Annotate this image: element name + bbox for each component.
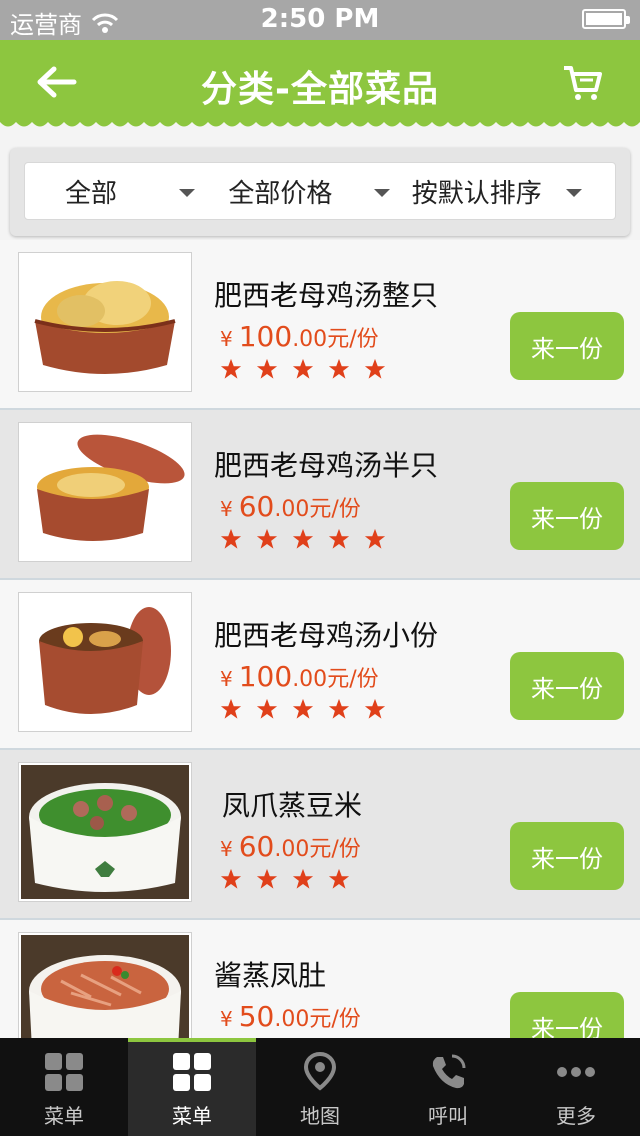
filter-price[interactable]: 全部价格 <box>216 162 411 220</box>
filter-inner: 全部 全部价格 按默认排序 <box>24 162 616 220</box>
map-pin-icon <box>303 1052 337 1091</box>
dish-row: 肥西老母鸡汤小份 ¥100.00 元/份 来一份 <box>0 580 640 750</box>
dish-price: ¥100.00 元/份 <box>220 320 379 353</box>
chevron-down-icon <box>374 189 391 197</box>
dish-image[interactable] <box>18 252 192 392</box>
dish-name: 肥西老母鸡汤半只 <box>214 449 439 482</box>
tab-more[interactable]: 更多 <box>512 1038 640 1136</box>
filter-sort[interactable]: 按默认排序 <box>412 162 615 220</box>
rating-stars <box>220 868 350 890</box>
tab-label: 地图 <box>300 1104 340 1128</box>
order-button[interactable]: 来一份 <box>510 652 624 720</box>
dish-image[interactable] <box>18 422 192 562</box>
star-icon <box>256 868 278 889</box>
star-icon <box>256 528 278 549</box>
cart-icon[interactable] <box>562 62 604 102</box>
tab-label: 菜单 <box>172 1104 212 1128</box>
star-icon <box>364 528 386 549</box>
dish-name: 肥西老母鸡汤整只 <box>214 279 439 312</box>
star-icon <box>256 698 278 719</box>
star-icon <box>220 698 242 719</box>
dish-price: ¥50.00 元/份 <box>220 1000 361 1033</box>
tab-menu-active[interactable]: 菜单 <box>128 1038 256 1136</box>
star-icon <box>292 698 314 719</box>
app-root: 运营商 2:50 PM 分类-全部菜品 全部 全部价格 按默认排序 肥西老母鸡汤… <box>0 0 640 1136</box>
order-button[interactable]: 来一份 <box>510 482 624 550</box>
tab-menu[interactable]: 菜单 <box>0 1038 128 1136</box>
star-icon <box>292 528 314 549</box>
nav-header: 分类-全部菜品 <box>0 40 640 122</box>
dish-row: 凤爪蒸豆米 ¥60.00 元/份 来一份 <box>0 750 640 920</box>
dish-row: 肥西老母鸡汤半只 ¥60.00 元/份 来一份 <box>0 410 640 580</box>
star-icon <box>364 358 386 379</box>
tab-label: 呼叫 <box>428 1104 468 1128</box>
filter-price-label: 全部价格 <box>228 178 333 209</box>
dish-image[interactable] <box>18 592 192 732</box>
star-icon <box>328 698 350 719</box>
chevron-down-icon <box>179 189 195 197</box>
filter-category[interactable]: 全部 <box>25 162 216 220</box>
dish-list: 肥西老母鸡汤整只 ¥100.00 元/份 来一份 肥西老母鸡汤半只 ¥60.00 元… <box>0 240 640 1040</box>
status-time: 2:50 PM <box>260 4 380 34</box>
star-icon <box>364 698 386 719</box>
grid-icon <box>45 1053 83 1091</box>
more-dots-icon <box>557 1067 595 1077</box>
star-icon <box>220 868 242 889</box>
star-icon <box>256 358 278 379</box>
battery-icon <box>582 9 630 29</box>
order-button[interactable]: 来一份 <box>510 992 624 1040</box>
star-icon <box>328 528 350 549</box>
chevron-down-icon <box>565 189 582 197</box>
star-icon <box>292 358 314 379</box>
filter-category-label: 全部 <box>65 178 118 209</box>
grid-icon <box>173 1053 211 1091</box>
filter-bar: 全部 全部价格 按默认排序 <box>10 148 630 236</box>
tab-bar: 菜单 菜单 地图 呼叫 更多 <box>0 1038 640 1136</box>
phone-icon <box>432 1054 466 1089</box>
rating-stars <box>220 528 386 550</box>
dish-name: 酱蒸凤肚 <box>214 959 327 992</box>
star-icon <box>220 528 242 549</box>
rating-stars <box>220 698 386 720</box>
dish-name: 肥西老母鸡汤小份 <box>214 619 439 652</box>
rating-stars <box>220 358 386 380</box>
page-title: 分类-全部菜品 <box>201 69 439 110</box>
status-bar: 运营商 2:50 PM <box>0 0 640 40</box>
header-wave-edge <box>0 119 640 127</box>
star-icon <box>220 358 242 379</box>
tab-label: 菜单 <box>44 1104 84 1128</box>
dish-price: ¥60.00 元/份 <box>220 490 361 523</box>
dish-row: 肥西老母鸡汤整只 ¥100.00 元/份 来一份 <box>0 240 640 410</box>
order-button[interactable]: 来一份 <box>510 312 624 380</box>
filter-sort-label: 按默认排序 <box>411 178 542 209</box>
dish-price: ¥60.00 元/份 <box>220 830 361 863</box>
dish-image[interactable] <box>18 932 192 1040</box>
order-button[interactable]: 来一份 <box>510 822 624 890</box>
dish-row: 酱蒸凤肚 ¥50.00 元/份 来一份 <box>0 920 640 1040</box>
star-icon <box>292 868 314 889</box>
dish-name: 凤爪蒸豆米 <box>222 789 363 822</box>
star-icon <box>328 358 350 379</box>
star-icon <box>328 868 350 889</box>
tab-call[interactable]: 呼叫 <box>384 1038 512 1136</box>
tab-map[interactable]: 地图 <box>256 1038 384 1136</box>
tab-label: 更多 <box>556 1104 596 1128</box>
dish-price: ¥100.00 元/份 <box>220 660 379 693</box>
dish-image[interactable] <box>18 762 192 902</box>
